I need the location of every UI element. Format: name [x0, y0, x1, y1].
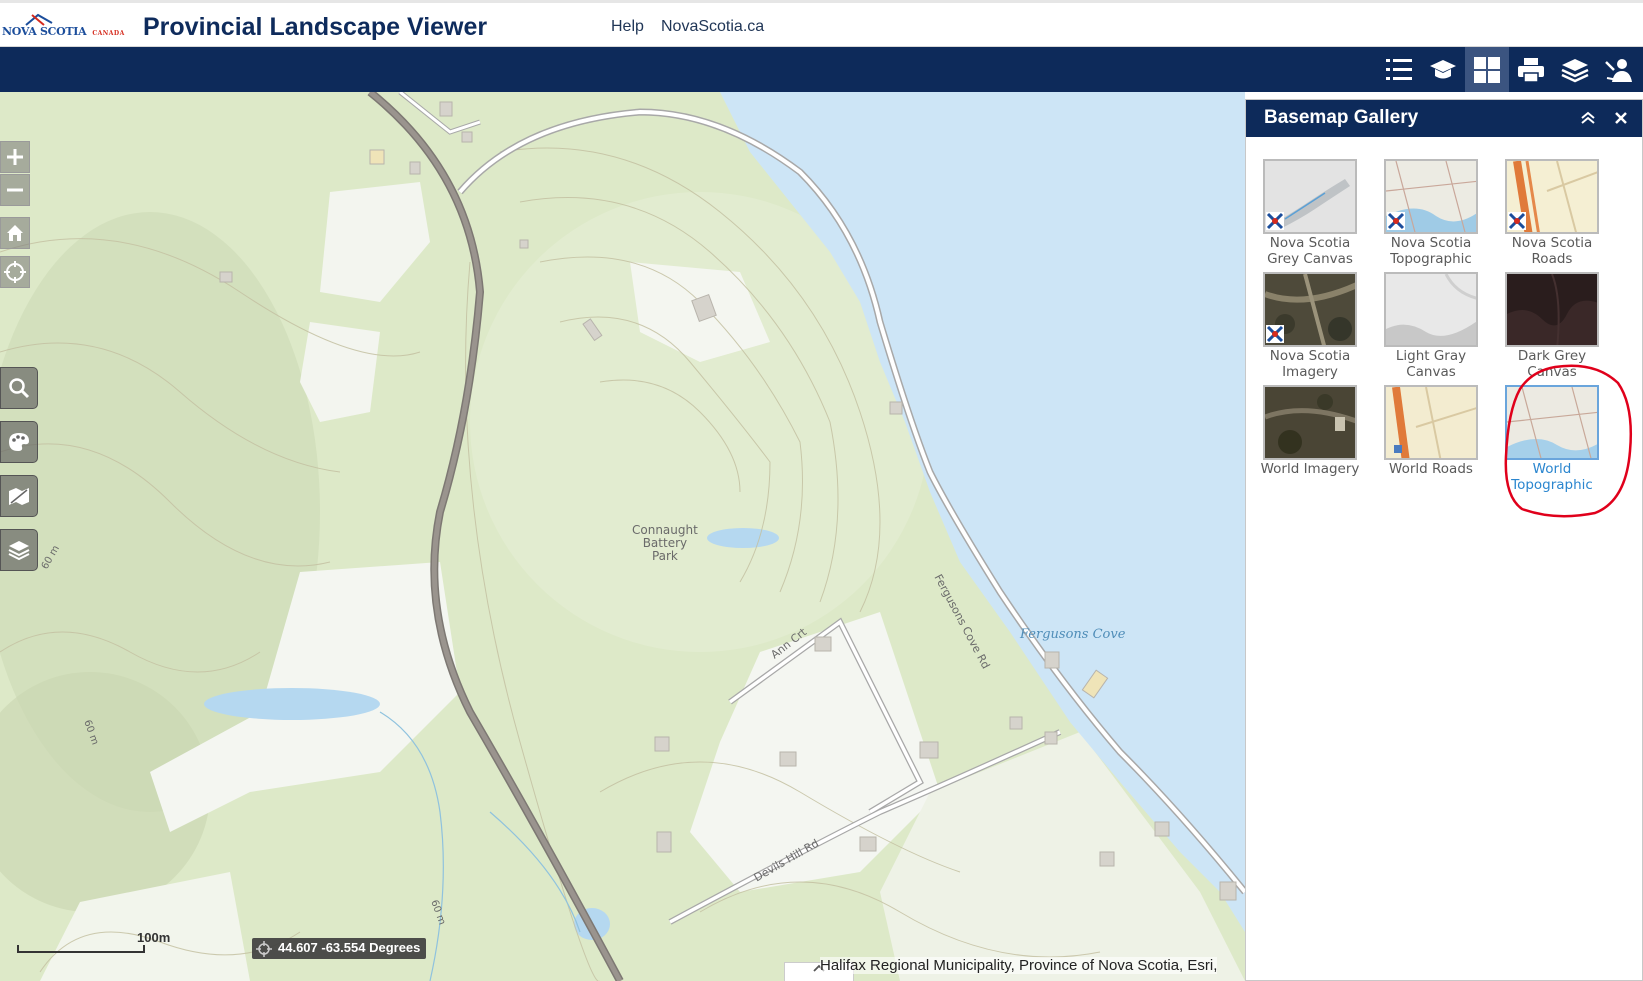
identify-user-icon — [1605, 58, 1632, 82]
coordinate-display[interactable]: 44.607 -63.554 Degrees — [252, 938, 427, 959]
zoom-in-button[interactable] — [0, 141, 30, 173]
education-button[interactable] — [1421, 47, 1465, 92]
cove-label: Fergusons Cove — [1020, 627, 1126, 642]
layers-icon — [8, 541, 30, 561]
map-view[interactable]: Connaught Battery Park Ann Crt Devils Hill… — [0, 92, 1245, 981]
nova-scotia-flag-icon — [1508, 212, 1526, 230]
basemap-light-gray-canvas[interactable]: Light Gray Canvas — [1367, 272, 1482, 382]
basemap-label: Nova Scotia Topographic — [1390, 235, 1472, 267]
basemap-ns-grey-canvas[interactable]: Nova Scotia Grey Canvas — [1246, 159, 1361, 269]
topographic-basemap — [0, 92, 1245, 981]
basemap-thumbnail — [1384, 159, 1478, 234]
plus-icon — [7, 149, 23, 165]
app-root: NOVA SCOTIA CANADA Provincial Landscape V… — [0, 0, 1643, 981]
panel-title: Basemap Gallery — [1264, 107, 1419, 128]
palette-icon — [9, 433, 29, 451]
novascotia-link[interactable]: NovaScotia.ca — [661, 18, 764, 36]
draw-tool-button[interactable] — [0, 421, 38, 463]
measure-tool-button[interactable] — [0, 475, 38, 517]
minus-icon — [7, 188, 23, 192]
collapse-panel-button[interactable] — [1576, 106, 1600, 130]
basemap-label: Nova Scotia Grey Canvas — [1267, 235, 1353, 267]
app-header: NOVA SCOTIA CANADA Provincial Landscape V… — [0, 0, 1643, 47]
nova-scotia-flag-icon — [1387, 212, 1405, 230]
basemap-ns-roads[interactable]: Nova Scotia Roads — [1488, 159, 1603, 269]
add-layers-button[interactable] — [1553, 47, 1597, 92]
red-annotation-circle — [1504, 364, 1633, 518]
coordinate-text: 44.607 -63.554 Degrees — [278, 940, 421, 955]
basemap-thumbnail — [1505, 272, 1599, 347]
scale-label: 100m — [137, 930, 171, 945]
close-panel-button[interactable] — [1609, 106, 1633, 130]
legend-button[interactable] — [1377, 47, 1421, 92]
double-chevron-up-icon — [1581, 111, 1595, 124]
basemap-thumbnail — [1384, 272, 1478, 347]
basemap-thumbnail — [1263, 159, 1357, 234]
print-icon — [1518, 57, 1544, 83]
nova-scotia-flag-icon — [1266, 325, 1284, 343]
layers-add-icon — [1561, 58, 1589, 82]
crosshair-icon — [256, 941, 272, 957]
basemap-label: World Roads — [1389, 461, 1473, 477]
locate-button[interactable] — [0, 256, 30, 288]
basemap-gallery-panel: Basemap Gallery Nova Scotia Grey Canvas N… — [1245, 99, 1643, 981]
map-attribution: Halifax Regional Municipality, Province … — [820, 957, 1218, 974]
legend-list-icon — [1386, 58, 1412, 80]
panel-header: Basemap Gallery — [1246, 100, 1642, 137]
home-icon — [7, 225, 23, 241]
layer-list-button[interactable] — [0, 529, 38, 571]
main-toolbar — [0, 47, 1643, 92]
print-button[interactable] — [1509, 47, 1553, 92]
basemap-label: Nova Scotia Imagery — [1269, 348, 1351, 380]
basemap-world-imagery[interactable]: World Imagery — [1246, 385, 1361, 495]
home-button[interactable] — [0, 217, 30, 249]
education-cap-icon — [1430, 59, 1456, 78]
nova-scotia-logo[interactable]: NOVA SCOTIA CANADA — [2, 13, 130, 43]
basemap-world-roads[interactable]: World Roads — [1367, 385, 1482, 495]
search-button[interactable] — [0, 367, 38, 409]
help-link[interactable]: Help — [611, 18, 644, 36]
park-label: Connaught Battery Park — [632, 523, 698, 563]
basemap-gallery-button[interactable] — [1465, 47, 1509, 92]
search-icon — [9, 378, 30, 399]
basemap-thumbnail — [1505, 159, 1599, 234]
basemap-label: Nova Scotia Roads — [1511, 235, 1593, 267]
logo-text: NOVA SCOTIA CANADA — [2, 25, 125, 38]
scale-bar — [17, 945, 145, 953]
locate-crosshair-icon — [4, 261, 26, 283]
map-measure-icon — [9, 488, 29, 505]
basemap-label: World Imagery — [1260, 461, 1360, 477]
basemap-thumbnail — [1384, 385, 1478, 460]
basemap-thumbnail — [1263, 385, 1357, 460]
nova-scotia-flag-icon — [1266, 212, 1284, 230]
identify-button[interactable] — [1597, 47, 1641, 92]
app-title: Provincial Landscape Viewer — [143, 13, 488, 41]
basemap-ns-topographic[interactable]: Nova Scotia Topographic — [1367, 159, 1482, 269]
close-icon — [1615, 112, 1627, 124]
basemap-label: Light Gray Canvas — [1395, 348, 1467, 380]
zoom-out-button[interactable] — [0, 174, 30, 206]
basemap-thumbnail — [1263, 272, 1357, 347]
basemap-ns-imagery[interactable]: Nova Scotia Imagery — [1246, 272, 1361, 382]
basemap-grid-icon — [1474, 56, 1500, 83]
